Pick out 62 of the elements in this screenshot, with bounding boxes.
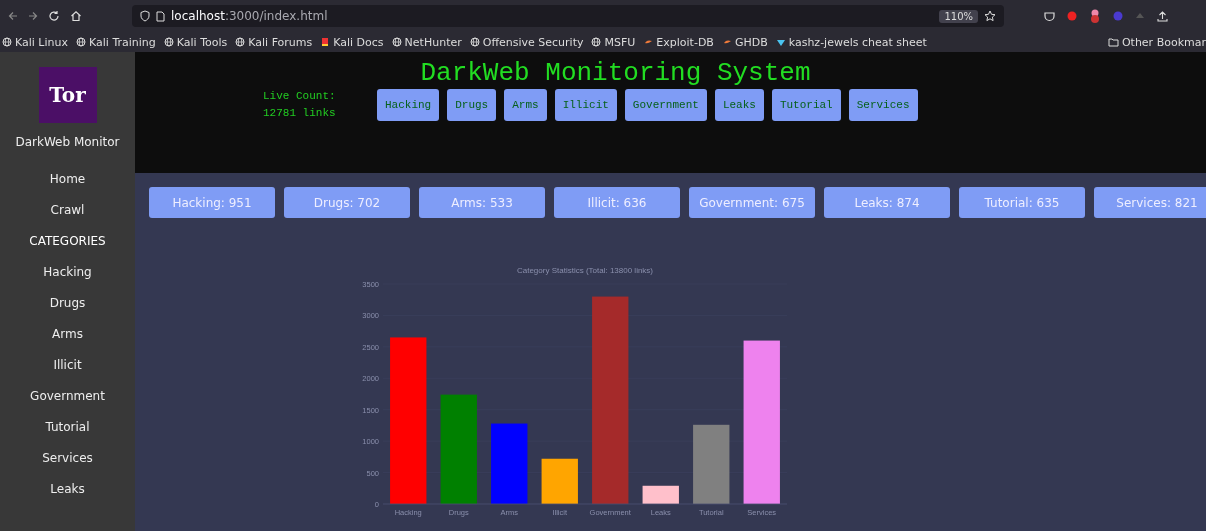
url-text: localhost:3000/index.html [171,9,328,23]
sidebar-link[interactable]: Services [42,442,93,473]
stat-card: Arms: 533 [419,187,545,218]
stat-card: Hacking: 951 [149,187,275,218]
sidebar-link[interactable]: Drugs [49,287,86,318]
reload-icon[interactable] [48,10,60,22]
sidebar-link[interactable]: Arms [52,318,83,349]
home-icon[interactable] [70,10,82,22]
stat-card: Illicit: 636 [554,187,680,218]
other-bookmarks-button[interactable]: Other Bookmar [1107,35,1206,49]
sidebar-link[interactable]: Illicit [53,349,82,380]
bookmark-link[interactable]: Offensive Security [469,35,584,49]
zoom-level[interactable]: 110% [939,9,978,23]
pocket-icon[interactable] [1044,10,1055,22]
tor-logo: Tor [38,67,97,123]
bookmark-link[interactable]: NetHunter [391,35,462,49]
sidebar-link[interactable]: Government [30,380,105,411]
bookmark-link[interactable]: Kali Tools [163,35,228,49]
address-bar[interactable]: localhost:3000/index.html 110% [132,5,1004,27]
gem-icon [775,37,786,47]
bookmark-link[interactable]: Kali Forums [235,35,313,49]
brand-name: DarkWeb Monitor [15,135,120,149]
bookmark-link[interactable]: Kali Training [76,35,156,49]
globe-icon [591,37,602,47]
bookmark-link[interactable]: Exploit-DB [643,35,714,49]
shield-icon [140,10,150,22]
share-icon[interactable] [1157,10,1168,22]
forward-icon[interactable] [28,11,38,21]
section-heading: CATEGORIES [29,232,106,250]
stat-card: Leaks: 874 [824,187,950,218]
sidebar-link[interactable]: Crawl [50,194,85,225]
bookmark-link[interactable]: kashz-jewels cheat sheet [775,35,927,49]
stat-card: Services: 821 [1094,187,1206,218]
bookmark-link[interactable]: Kali Linux [2,35,68,49]
book-icon [320,37,331,47]
stat-card: Government: 675 [689,187,815,218]
page-title: DarkWeb Monitoring System [419,57,812,88]
bookmark-link[interactable]: GHDB [721,35,768,49]
globe-icon [2,37,12,47]
stat-card: Drugs: 702 [284,187,410,218]
sidebar-link[interactable]: Hacking [43,256,92,287]
live-count-value: 12781 links [263,106,337,121]
bookmark-link[interactable]: Kali Docs [320,35,384,49]
folder-icon [1107,37,1119,47]
globe-icon [391,37,402,47]
bookmark-link[interactable]: MSFU [591,35,636,49]
live-count-label: Live Count: [263,89,337,104]
sidebar-link[interactable]: Leaks [50,473,85,504]
back-icon[interactable] [8,11,18,21]
sidebar-link[interactable]: Home [49,163,86,194]
globe-icon [469,37,480,47]
stat-card: Tutorial: 635 [959,187,1085,218]
extension-icon[interactable] [1089,9,1101,23]
star-icon[interactable] [984,10,996,22]
globe-icon [76,37,86,47]
page-icon [156,10,165,22]
globe-icon [163,37,174,47]
sidebar-link[interactable]: Tutorial [45,411,90,442]
extension-icon[interactable] [1067,11,1077,21]
bar [541,458,578,504]
chart-title: Category Statistics (Total: 13800 links) [516,266,654,275]
globe-icon [235,37,246,47]
